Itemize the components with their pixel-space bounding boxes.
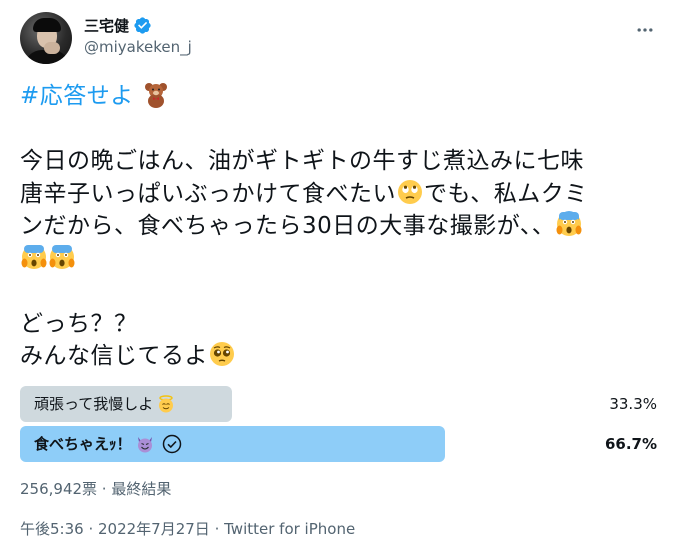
hashtag-link[interactable]: #応答せよ: [20, 83, 134, 109]
poll-option: 頑張って我慢しよ 33.3%: [20, 386, 657, 422]
face-screaming-in-fear-icon: [21, 244, 47, 269]
tweet-time-link[interactable]: 午後5:36 · 2022年7月27日: [20, 520, 210, 538]
poll-option: 食べちゃえｯ！ 66.7%: [20, 426, 657, 462]
poll-option-label-wrap: 食べちゃえｯ！: [34, 426, 182, 462]
tweet-line-1: 今日の晩ごはん、油がギトギトの牛すじ煮込みに七味: [20, 148, 584, 174]
more-options-icon[interactable]: [633, 18, 657, 42]
face-with-rolling-eyes-icon: [398, 179, 422, 204]
verified-badge-icon: [134, 16, 151, 34]
poll-option-percent: 33.3%: [609, 395, 657, 413]
display-name[interactable]: 三宅健: [84, 15, 129, 36]
tweet-date: 2022年7月27日: [98, 520, 210, 538]
check-circle-icon: [162, 434, 181, 454]
teddy-bear-icon: [144, 83, 167, 108]
poll-option-label: 食べちゃえｯ！: [34, 435, 132, 453]
separator: ·: [83, 520, 98, 538]
handle[interactable]: @miyakeken_j: [84, 38, 192, 56]
tweet-text: #応答せよ 今日の晩ごはん、油がギトギトの牛すじ煮込みに七味 唐辛子いっぱいぶっ…: [20, 80, 660, 373]
tweet-line-6: みんな信じてるよ: [20, 343, 208, 369]
tweet-timestamp: 午後5:36 · 2022年7月27日 · Twitter for iPhone: [20, 518, 355, 539]
tweet-line-3: ンだから、食べちゃったら30日の大事な撮影が、、: [20, 213, 556, 239]
tweet-line-5: どっち？？: [20, 310, 138, 337]
tweet-line-2b: でも、私ムクミ: [424, 180, 588, 207]
face-screaming-in-fear-icon: [556, 211, 582, 236]
tweet: 三宅健 @miyakeken_j #応答せよ 今日の晩ごはん、油がギトギトの牛す…: [0, 0, 675, 556]
smiling-face-with-horns-icon: [137, 437, 152, 453]
author-names: 三宅健 @miyakeken_j: [84, 14, 192, 57]
separator: ·: [209, 520, 225, 538]
tweet-source-link[interactable]: Twitter for iPhone: [224, 520, 355, 538]
tweet-time: 午後5:36: [20, 520, 84, 538]
tweet-line-2: 唐辛子いっぱいぶっかけて食べたい: [20, 180, 396, 207]
pleading-face-icon: [210, 342, 234, 366]
poll: 頑張って我慢しよ 33.3% 食べちゃえｯ！ 66.7%: [20, 386, 657, 466]
poll-meta: 256,942票 · 最終結果: [20, 480, 172, 498]
poll-option-percent: 66.7%: [604, 435, 657, 453]
smiling-face-with-halo-icon: [159, 395, 174, 413]
face-screaming-in-fear-icon: [49, 244, 75, 269]
avatar[interactable]: [20, 12, 72, 64]
poll-option-label-wrap: 頑張って我慢しよ: [34, 386, 175, 422]
tweet-header: 三宅健 @miyakeken_j: [20, 12, 657, 64]
poll-option-label: 頑張って我慢しよ: [34, 395, 154, 413]
